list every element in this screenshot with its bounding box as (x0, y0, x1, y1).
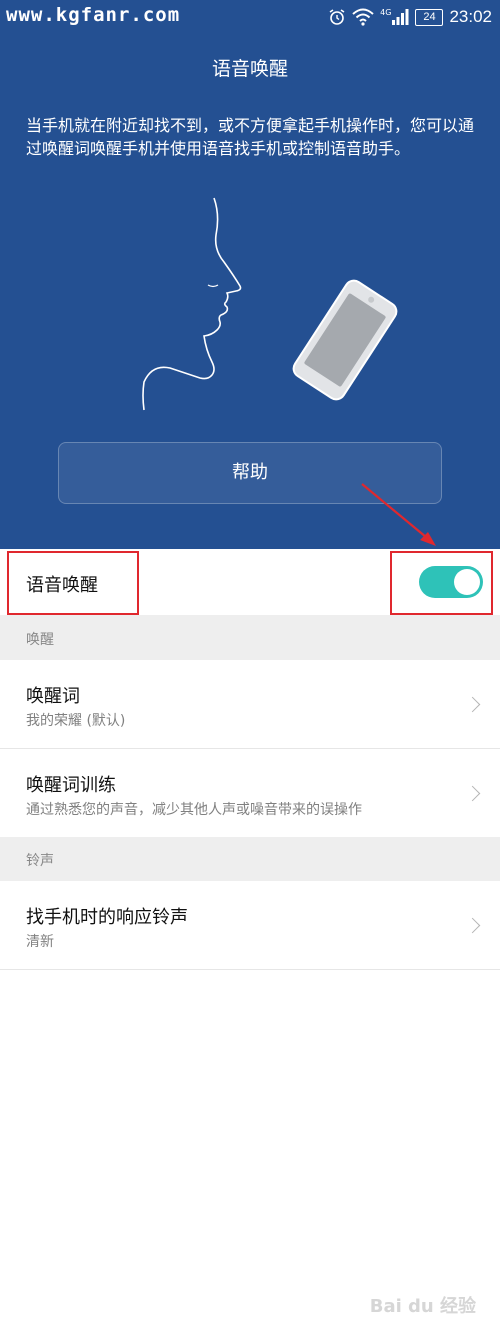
wake-training-item[interactable]: 唤醒词训练 通过熟悉您的声音，减少其他人声或噪音带来的误操作 (0, 749, 500, 837)
signal-icon (392, 9, 409, 25)
find-ringtone-item[interactable]: 找手机时的响应铃声 清新 (0, 881, 500, 970)
chevron-right-icon (464, 917, 481, 934)
page-description: 当手机就在附近却找不到，或不方便拿起手机操作时，您可以通过唤醒词唤醒手机并使用语… (26, 116, 475, 158)
wake-word-item[interactable]: 唤醒词 我的荣耀 (默认) (0, 660, 500, 749)
voice-wake-illustration (142, 197, 398, 411)
page-title: 语音唤醒 (211, 58, 288, 80)
header-panel: www.kgfanr.com 4G 24 23:02 语音唤醒 当手机就在附近却… (0, 0, 500, 549)
wake-training-subtitle: 通过熟悉您的声音，减少其他人声或噪音带来的误操作 (26, 802, 362, 818)
site-watermark: www.kgfanr.com (6, 4, 181, 26)
chevron-right-icon (464, 785, 481, 802)
find-ringtone-title: 找手机时的响应铃声 (26, 907, 188, 928)
wake-word-title: 唤醒词 (26, 686, 80, 707)
wifi-icon (352, 8, 374, 26)
section-header-wake: 唤醒 (0, 615, 500, 660)
network-type-label: 4G (380, 7, 392, 17)
highlight-box-toggle (390, 551, 493, 615)
section-header-ringtone: 铃声 (0, 837, 500, 881)
section-label-ringtone: 铃声 (26, 853, 54, 869)
annotation-arrow (361, 483, 436, 546)
status-bar: www.kgfanr.com 4G 24 23:02 (0, 0, 500, 34)
wake-word-subtitle: 我的荣耀 (默认) (26, 713, 126, 729)
bottom-watermark: Bai du 经验 (369, 1296, 476, 1317)
battery-icon: 24 (415, 8, 444, 26)
highlight-box-label (7, 551, 139, 615)
section-label-wake: 唤醒 (26, 632, 54, 648)
status-time: 23:02 (449, 7, 492, 26)
alarm-icon (329, 9, 345, 25)
wake-training-title: 唤醒词训练 (26, 775, 116, 796)
status-icons: 4G 24 23:02 (328, 6, 492, 28)
chevron-right-icon (464, 696, 481, 713)
find-ringtone-subtitle: 清新 (26, 934, 54, 950)
